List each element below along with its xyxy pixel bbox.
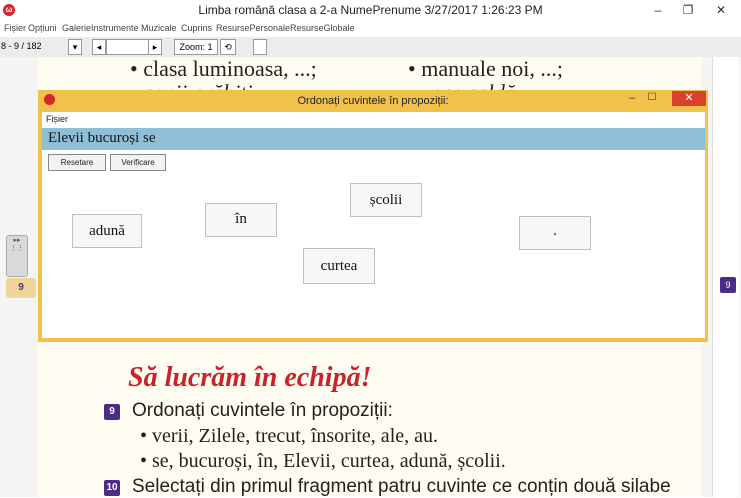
exercise-9-title: Ordonați cuvintele în propoziții: — [132, 400, 393, 421]
refresh-icon[interactable]: ⟲ — [220, 39, 236, 55]
prev-page-button[interactable]: ◂ — [92, 39, 106, 55]
exercise-10-number: 10 — [104, 480, 120, 496]
menu-item-optiuni[interactable]: Opțiuni — [28, 23, 57, 33]
dialog-title: Ordonați cuvintele în propoziții: — [297, 95, 449, 107]
window-title: Limba română clasa a 2-a NumePrenume 3/2… — [198, 3, 543, 17]
reset-button[interactable]: Resetare — [48, 154, 106, 171]
menu-item-cuprins[interactable]: Cuprins — [181, 23, 212, 33]
restore-button[interactable]: ❐ — [675, 2, 701, 18]
toolbar: 8 - 9 / 182 ▾ ◂ ▸ Zoom: 1 ⟲ — [0, 37, 741, 91]
verify-button[interactable]: Verificare — [110, 154, 166, 171]
word-tile-in[interactable]: în — [205, 203, 277, 237]
page-select-value[interactable]: 8 - 9 / 182 — [1, 39, 57, 53]
exercise-9-line-2: • se, bucuroși, în, Elevii, curtea, adun… — [140, 450, 506, 472]
side-panel-handle[interactable]: ▸▸ ⋮⋮ — [6, 235, 28, 277]
dialog-minimize-button[interactable]: – — [625, 92, 639, 104]
close-button[interactable]: ✕ — [708, 2, 734, 18]
book-top-line-right: • manuale noi, ...; — [408, 56, 563, 81]
dialog-close-button[interactable]: ✕ — [672, 91, 706, 106]
next-page-button[interactable]: ▸ — [148, 39, 162, 55]
word-tile-aduna[interactable]: adună — [72, 214, 142, 248]
menu-item-resurse-personale[interactable]: ResursePersonale — [216, 23, 290, 33]
page-scroll-field[interactable] — [106, 39, 150, 55]
dialog-menu-fisier[interactable]: Fișier — [46, 114, 68, 124]
exercise-9-line-1: • verii, Zilele, trecut, însorite, ale, … — [140, 425, 438, 447]
menu-item-fisier[interactable]: Fișier — [4, 23, 26, 33]
page-dropdown-button[interactable]: ▾ — [68, 39, 82, 55]
menu-item-resurse-globale[interactable]: ResurseGlobale — [290, 23, 355, 33]
history-field[interactable] — [253, 39, 267, 55]
book-top-line-left: • clasa luminoasa, ...; — [130, 56, 317, 81]
left-margin — [0, 57, 38, 497]
menu-bar: Fișier Opțiuni GalerieInstrumente Muzica… — [0, 22, 741, 36]
menu-item-galerie[interactable]: GalerieInstrumente Muzicale — [62, 23, 177, 33]
built-sentence: Elevii bucuroși se — [48, 130, 156, 146]
zoom-label[interactable]: Zoom: 1 — [174, 39, 218, 55]
exercise-9-number: 9 — [104, 404, 120, 420]
dialog-maximize-button[interactable]: ☐ — [645, 92, 659, 103]
section-heading: Să lucrăm în echipă! — [128, 362, 372, 393]
word-tile-scolii[interactable]: școlii — [350, 183, 422, 217]
word-tile-period[interactable]: . — [519, 216, 591, 250]
exercise-badge-left[interactable]: 9 — [6, 278, 36, 298]
exercise-10-title: Selectați din primul fragment patru cuvi… — [132, 476, 671, 497]
word-tile-curtea[interactable]: curtea — [303, 248, 375, 284]
exercise-badge-right[interactable]: 9 — [720, 277, 736, 293]
minimize-button[interactable]: – — [645, 2, 671, 18]
